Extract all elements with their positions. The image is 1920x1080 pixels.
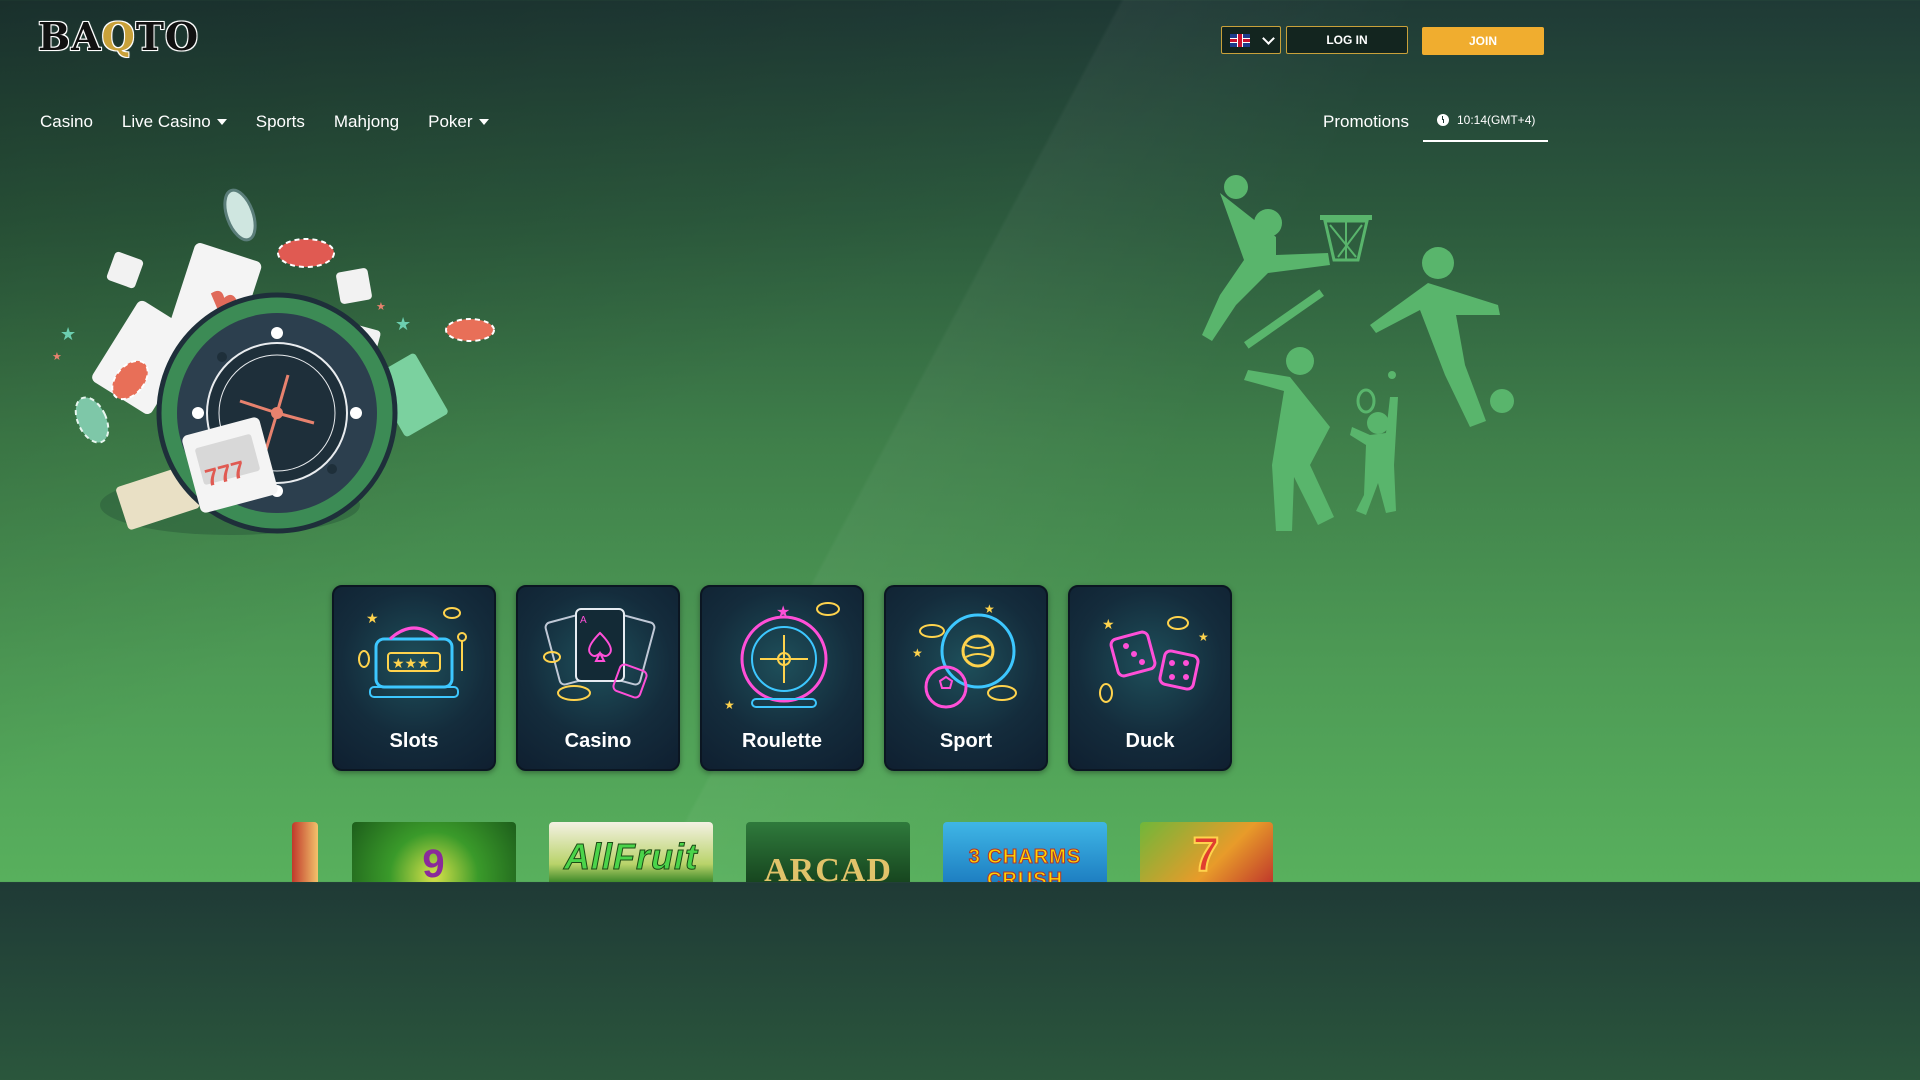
site-logo[interactable]: BAQTO [38,14,199,59]
game-thumb[interactable]: 7 [1140,822,1273,882]
caret-down-icon [478,119,489,125]
category-tile-duck[interactable]: ★ ★ Duck [1068,585,1232,771]
game-thumb-title: 7 [1192,828,1221,882]
nav-item-casino[interactable]: Casino [40,112,93,132]
svg-text:★: ★ [366,610,379,626]
casino-illustration[interactable]: 777 ★ ★ ★ ★ [40,175,510,550]
nav-item-label: Mahjong [333,112,400,131]
game-thumb-title: ARCAD [764,852,892,882]
clock-time: 10:14(GMT+4) [1457,113,1536,127]
svg-text:★★★: ★★★ [392,656,430,672]
nav-item-label: Casino [40,112,93,131]
svg-text:★: ★ [1198,630,1209,644]
nav-item-label: Sports [255,112,305,131]
game-thumb-title: 9 [422,842,446,882]
category-tile-slots[interactable]: ★★★ ★ Slots [332,585,496,771]
nav-item-sports[interactable]: Sports [256,112,305,132]
game-thumb[interactable]: 9 [352,822,516,882]
dice-icon: ★ ★ [1099,616,1209,703]
nav-item-label: Poker [428,112,473,131]
game-thumb-title: AllFruit [564,836,698,878]
category-label: Slots [389,730,439,752]
category-tile-sport[interactable]: ★ ★ Sport [884,585,1048,771]
clock-icon [1437,114,1449,126]
chevron-down-icon [1261,31,1275,45]
join-button[interactable]: JOIN [1422,27,1544,55]
category-label: Sport [939,730,993,752]
category-tiles: ★★★ ★ Slots A Casino ★ ★ Roulette ★ ★ Sp… [332,585,1232,771]
svg-text:★: ★ [912,646,923,660]
roulette-icon: ★ ★ [724,602,840,712]
sport-balls-icon: ★ ★ [912,602,1017,709]
svg-text:★: ★ [376,301,386,313]
slot-machine-icon: ★★★ ★ [358,607,467,698]
category-label: Roulette [742,730,822,752]
svg-text:★: ★ [776,604,790,621]
svg-text:★: ★ [52,351,62,363]
clock: 10:14(GMT+4) [1423,108,1548,142]
game-thumb[interactable]: 3 CHARMS CRUSH [943,822,1107,882]
game-thumb[interactable]: ARCAD [746,822,910,882]
game-thumbnails: 9 AllFruit ARCAD 3 CHARMS CRUSH 7 [0,822,1568,882]
nav-item-mahjong[interactable]: Mahjong [334,112,399,132]
caret-down-icon [216,119,227,125]
svg-text:★: ★ [395,314,411,334]
playing-cards-icon: A [543,608,656,701]
svg-text:★: ★ [60,324,76,344]
nav-item-live-casino[interactable]: Live Casino [122,112,227,132]
main-nav: Casino Live Casino Sports Mahjong Poker [40,112,489,132]
svg-text:★: ★ [984,602,995,616]
game-thumb-title: 3 CHARMS CRUSH [968,846,1082,883]
promotions-link[interactable]: Promotions [1323,112,1409,132]
svg-text:★: ★ [1102,616,1115,632]
nav-item-poker[interactable]: Poker [428,112,489,132]
nav-item-label: Live Casino [121,112,211,131]
svg-text:★: ★ [724,698,735,712]
category-label: Casino [564,730,632,752]
game-thumb[interactable] [292,822,318,882]
uk-flag-icon [1229,33,1250,47]
sports-illustration[interactable] [1180,165,1540,545]
svg-text:A: A [580,615,587,626]
login-button[interactable]: LOG IN [1286,26,1408,54]
category-label: Duck [1125,730,1175,752]
category-tile-roulette[interactable]: ★ ★ Roulette [700,585,864,771]
game-thumb[interactable]: AllFruit [549,822,713,882]
language-selector[interactable] [1221,26,1281,54]
category-tile-casino[interactable]: A Casino [516,585,680,771]
